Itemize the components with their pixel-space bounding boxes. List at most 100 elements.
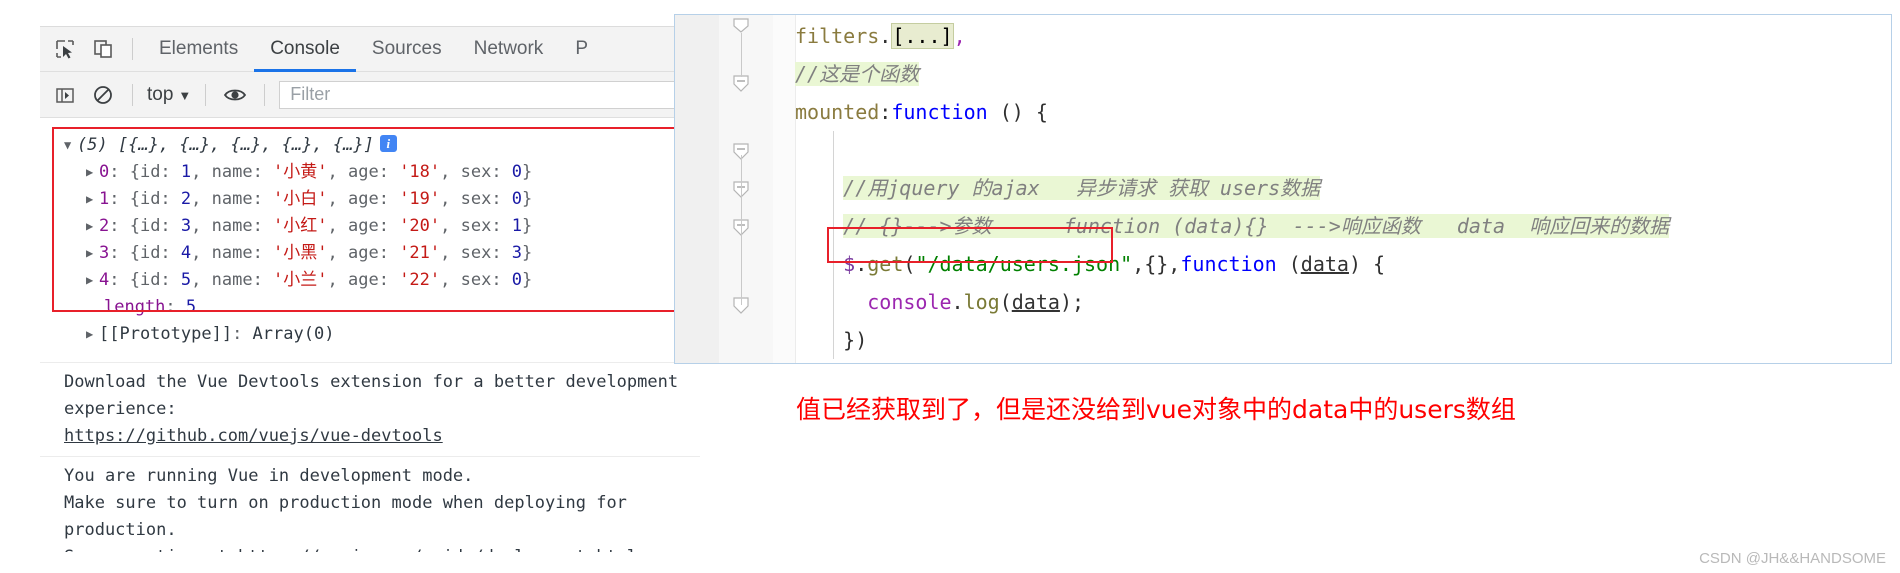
expand-triangle-icon[interactable] [86, 159, 99, 186]
vue-devtools-message-text: Download the Vue Devtools extension for … [64, 372, 679, 419]
code-line-blank [795, 131, 1891, 169]
item-name: '小红' [273, 216, 328, 236]
log-data-arg: data [1011, 290, 1060, 314]
dev-mode-line-3-text: See more tips at [64, 547, 238, 552]
item-sex: 0 [511, 189, 523, 209]
array-item-row[interactable]: 0: {id: 1, name: '小黄', age: '18', sex: 0… [64, 159, 700, 186]
item-name: '小白' [273, 189, 328, 209]
toolbar-divider-3 [205, 83, 207, 106]
tab-elements[interactable]: Elements [143, 27, 254, 72]
tab-console[interactable]: Console [254, 27, 356, 72]
item-index: 2 [99, 216, 110, 236]
vue-devtools-link[interactable]: https://github.com/vuejs/vue-devtools [64, 423, 700, 450]
array-item-row[interactable]: 3: {id: 4, name: '小黑', age: '21', sex: 3… [64, 240, 700, 267]
screenshot-root: Elements Console Sources Network P top ▼… [0, 0, 1900, 573]
log-dot: . [951, 290, 964, 314]
array-prototype-row[interactable]: [[Prototype]]: Array(0) [64, 321, 700, 348]
code-line-console-log: console.log(data); [795, 283, 1891, 321]
fold-marker-top-icon[interactable] [731, 18, 751, 33]
prototype-key: [[Prototype]] [99, 324, 233, 344]
item-age: '20' [399, 216, 441, 236]
array-summary-row[interactable]: (5) [{…}, {…}, {…}, {…}, {…}] i [64, 132, 700, 159]
array-item-row[interactable]: 4: {id: 5, name: '小兰', age: '22', sex: 0… [64, 267, 700, 294]
live-expression-eye-icon[interactable] [216, 76, 254, 114]
array-item-row[interactable]: 1: {id: 2, name: '小白', age: '19', sex: 0… [64, 186, 700, 213]
get-data-param: data [1300, 252, 1349, 276]
mounted-colon: : [879, 100, 892, 124]
console-sidebar-icon[interactable] [46, 76, 84, 114]
code-line-filters: filters.[...], [795, 17, 1891, 55]
editor-gutter-outer [675, 15, 720, 363]
item-sex: 0 [511, 162, 523, 182]
item-age: '22' [399, 270, 441, 290]
item-index: 1 [99, 189, 110, 209]
item-index: 4 [99, 270, 110, 290]
console-object: console [867, 290, 952, 314]
length-value: 5 [185, 297, 197, 317]
red-annotation-text: 值已经获取到了，但是还没给到vue对象中的data中的users数组 [796, 395, 1516, 424]
item-index: 3 [99, 243, 110, 263]
array-item-row[interactable]: 2: {id: 3, name: '小红', age: '20', sex: 1… [64, 213, 700, 240]
expand-triangle-icon[interactable] [86, 240, 99, 267]
fold-guideline [741, 155, 742, 305]
item-id: 4 [180, 243, 192, 263]
toolbar-divider-4 [264, 83, 266, 106]
item-age: '19' [399, 189, 441, 209]
vue-devtools-message: Download the Vue Devtools extension for … [40, 362, 700, 457]
clear-console-icon[interactable] [84, 76, 122, 114]
code-editor-panel: filters.[...], //这是个函数 mounted:function … [674, 14, 1892, 364]
code-line-comment-fn: //这是个函数 [795, 55, 1891, 93]
toolbar-divider-2 [132, 83, 133, 106]
dev-mode-line-2: Make sure to turn on production mode whe… [64, 493, 627, 540]
mounted-key: mounted [795, 100, 880, 124]
item-age: '21' [399, 243, 441, 263]
fold-guideline [741, 33, 742, 77]
info-icon[interactable]: i [379, 135, 397, 152]
get-open-paren: ( [903, 252, 916, 276]
editor-code-area[interactable]: filters.[...], //这是个函数 mounted:function … [795, 15, 1891, 363]
code-line-close: }) [795, 321, 1891, 359]
vue-dev-mode-message: You are running Vue in development mode.… [40, 457, 700, 552]
array-summary-text: (5) [{…}, {…}, {…}, {…}, {…}] [77, 135, 374, 155]
indent-guide [833, 321, 834, 359]
item-id: 1 [180, 162, 192, 182]
indent-guide [833, 245, 834, 283]
item-age: '18' [399, 162, 441, 182]
code-line-get: $.get("/data/users.json",{},function (da… [795, 245, 1891, 283]
indent-guide [833, 169, 834, 207]
context-selector[interactable]: top ▼ [143, 84, 195, 106]
console-output: (5) [{…}, {…}, {…}, {…}, {…}] i 0: {id: 1… [40, 118, 700, 552]
get-dot: . [855, 252, 868, 276]
watermark: CSDN @JH&&HANDSOME [1699, 550, 1886, 567]
tab-network[interactable]: Network [458, 27, 560, 72]
tab-sources[interactable]: Sources [356, 27, 458, 72]
filters-key: filters [795, 24, 880, 48]
filters-value: [...] [891, 23, 954, 49]
indent-guide [833, 283, 834, 321]
expand-triangle-icon[interactable] [86, 213, 99, 240]
fold-marker-icon[interactable] [732, 75, 750, 93]
devtools-tabbar: Elements Console Sources Network P [40, 27, 700, 72]
filter-input[interactable]: Filter [279, 80, 694, 109]
log-method-name: log [963, 290, 1000, 314]
prototype-value: Array(0) [252, 324, 335, 344]
item-sex: 3 [511, 243, 523, 263]
vuejs-deployment-link[interactable]: https://vuejs.org/guide/deployment.html [238, 547, 637, 552]
expand-triangle-icon[interactable] [86, 186, 99, 213]
tab-performance[interactable]: P [559, 27, 604, 72]
item-index: 0 [99, 162, 110, 182]
get-middle-args: ,{}, [1132, 252, 1181, 276]
expand-triangle-icon[interactable] [64, 132, 77, 159]
item-id: 2 [180, 189, 192, 209]
get-function-keyword: function [1180, 252, 1277, 276]
dev-mode-line-1: You are running Vue in development mode. [64, 466, 474, 486]
device-toolbar-icon[interactable] [84, 30, 122, 68]
indent-guide [833, 207, 834, 245]
array-length-row: length: 5 [104, 297, 197, 317]
get-url-string: "/data/users.json" [915, 252, 1133, 276]
expand-triangle-icon[interactable] [86, 267, 99, 294]
inspect-element-icon[interactable] [46, 30, 84, 68]
console-array-group: (5) [{…}, {…}, {…}, {…}, {…}] i 0: {id: 1… [40, 118, 700, 348]
expand-triangle-icon[interactable] [86, 321, 99, 348]
filters-comma: , [953, 24, 966, 48]
